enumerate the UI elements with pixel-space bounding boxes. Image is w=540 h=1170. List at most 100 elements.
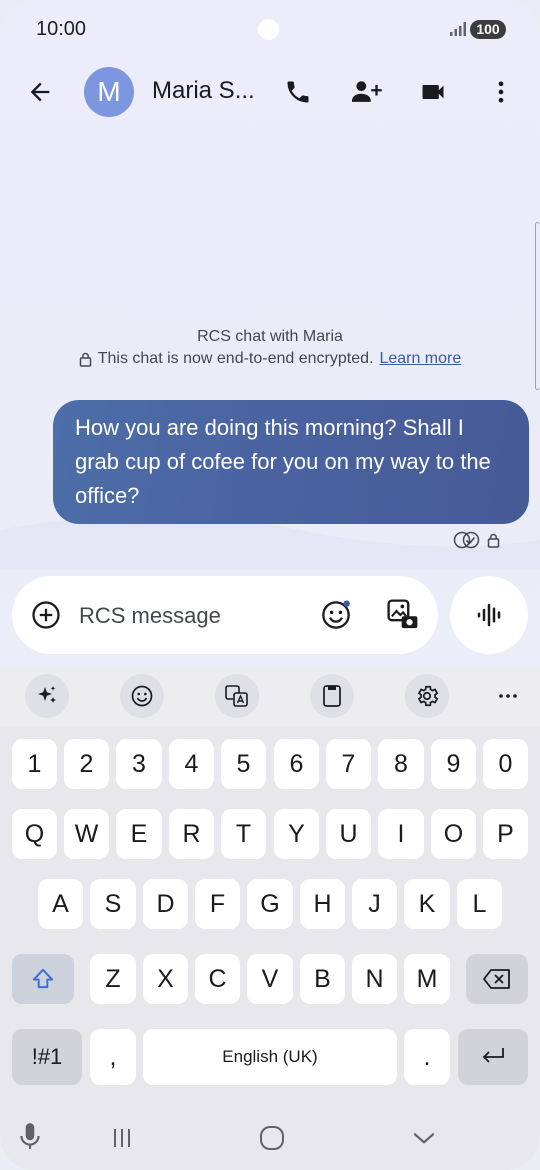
recents-button[interactable] <box>98 1114 146 1162</box>
key-m[interactable]: M <box>404 954 450 1004</box>
contact-name[interactable]: Maria S... <box>152 77 255 105</box>
home-circle-icon <box>260 1126 284 1150</box>
message-input[interactable]: RCS message <box>79 603 221 629</box>
shift-arrow-icon <box>32 968 54 989</box>
keyboard-more-button[interactable] <box>486 674 530 718</box>
key-k[interactable]: K <box>404 879 450 929</box>
clipboard-button[interactable] <box>310 674 354 718</box>
key-v[interactable]: V <box>247 954 293 1004</box>
keyboard-toolbar <box>0 666 540 726</box>
home-button[interactable] <box>248 1114 296 1162</box>
hide-keyboard-button[interactable] <box>400 1114 448 1162</box>
key-z[interactable]: Z <box>90 954 136 1004</box>
attach-button[interactable] <box>22 591 70 639</box>
emoji-button[interactable] <box>312 591 360 639</box>
backspace-icon <box>483 969 510 989</box>
learn-more-link[interactable]: Learn more <box>379 350 461 368</box>
message-composer[interactable]: RCS message <box>12 576 438 654</box>
key-0[interactable]: 0 <box>483 739 528 789</box>
key-4[interactable]: 4 <box>169 739 214 789</box>
key-u[interactable]: U <box>326 809 371 859</box>
key-t[interactable]: T <box>221 809 266 859</box>
key-b[interactable]: B <box>300 954 345 1004</box>
message-status <box>453 531 500 549</box>
key-s[interactable]: S <box>90 879 136 929</box>
emoji-icon <box>322 600 350 629</box>
key-i[interactable]: I <box>378 809 424 859</box>
keyboard-emoji-button[interactable] <box>120 674 164 718</box>
key-y[interactable]: Y <box>274 809 319 859</box>
contact-avatar[interactable]: M <box>84 67 134 117</box>
delivered-check-icon <box>453 531 480 549</box>
key-c[interactable]: C <box>195 954 240 1004</box>
back-button[interactable] <box>16 68 64 116</box>
shift-key[interactable] <box>12 954 74 1004</box>
encryption-notice: This chat is now end-to-end encrypted. L… <box>0 350 540 368</box>
gear-icon <box>417 685 439 707</box>
recents-icon <box>114 1129 130 1147</box>
gallery-button[interactable] <box>379 591 427 639</box>
comma-key[interactable]: , <box>90 1029 136 1085</box>
gallery-camera-icon <box>387 599 418 629</box>
voice-message-button[interactable] <box>450 576 528 654</box>
key-d[interactable]: D <box>143 879 188 929</box>
key-l[interactable]: L <box>457 879 502 929</box>
key-x[interactable]: X <box>143 954 188 1004</box>
more-horiz-icon <box>499 694 517 698</box>
key-7[interactable]: 7 <box>326 739 371 789</box>
key-o[interactable]: O <box>431 809 476 859</box>
key-n[interactable]: N <box>352 954 397 1004</box>
translate-button[interactable] <box>215 674 259 718</box>
status-bar: 10:00 100 <box>0 0 540 58</box>
signal-icon <box>450 22 466 36</box>
status-time: 10:00 <box>36 18 87 40</box>
key-w[interactable]: W <box>64 809 109 859</box>
key-1[interactable]: 1 <box>12 739 57 789</box>
key-e[interactable]: E <box>116 809 162 859</box>
key-f[interactable]: F <box>195 879 240 929</box>
conversation-app-bar: M Maria S... <box>0 62 540 122</box>
camera-cutout <box>258 19 279 40</box>
outgoing-message-bubble[interactable]: How you are doing this morning? Shall I … <box>53 400 529 524</box>
more-vert-icon <box>498 81 504 103</box>
encryption-text: This chat is now end-to-end encrypted. <box>97 350 374 367</box>
period-key[interactable]: . <box>404 1029 450 1085</box>
phone-icon <box>287 81 309 103</box>
backspace-key[interactable] <box>466 954 528 1004</box>
space-key[interactable]: English (UK) <box>143 1029 397 1085</box>
key-r[interactable]: R <box>169 809 214 859</box>
voice-call-button[interactable] <box>274 68 322 116</box>
key-h[interactable]: H <box>300 879 345 929</box>
enter-key[interactable] <box>458 1029 528 1085</box>
encrypted-lock-icon <box>487 533 500 548</box>
key-q[interactable]: Q <box>12 809 57 859</box>
key-a[interactable]: A <box>38 879 83 929</box>
key-6[interactable]: 6 <box>274 739 319 789</box>
keyboard-settings-button[interactable] <box>405 674 449 718</box>
arrow-back-icon <box>30 82 50 102</box>
messages-screen: 10:00 100 M Maria S... R CS chat with Mar… <box>0 0 540 1170</box>
more-options-button[interactable] <box>477 68 525 116</box>
emoji-icon <box>131 685 153 707</box>
key-g[interactable]: G <box>247 879 293 929</box>
enter-icon <box>482 1048 504 1063</box>
key-j[interactable]: J <box>352 879 397 929</box>
voice-input-button[interactable] <box>6 1112 54 1160</box>
key-p[interactable]: P <box>483 809 528 859</box>
key-2[interactable]: 2 <box>64 739 109 789</box>
key-9[interactable]: 9 <box>431 739 476 789</box>
translate-icon <box>225 685 248 707</box>
person-add-icon <box>352 81 382 102</box>
ai-tools-button[interactable] <box>25 674 69 718</box>
clipboard-icon <box>323 685 341 707</box>
key-8[interactable]: 8 <box>378 739 424 789</box>
chat-info-title: RCS chat with Maria <box>197 328 343 345</box>
key-5[interactable]: 5 <box>221 739 266 789</box>
key-3[interactable]: 3 <box>116 739 162 789</box>
soft-keyboard: 1 2 3 4 5 6 7 8 9 0 Q W E R T Y U I O P … <box>0 726 540 1106</box>
add-participant-button[interactable] <box>342 68 390 116</box>
video-call-button[interactable] <box>409 68 457 116</box>
sparkle-icon <box>38 686 56 703</box>
symbols-key[interactable]: !#1 <box>12 1029 82 1085</box>
videocam-icon <box>422 85 444 99</box>
